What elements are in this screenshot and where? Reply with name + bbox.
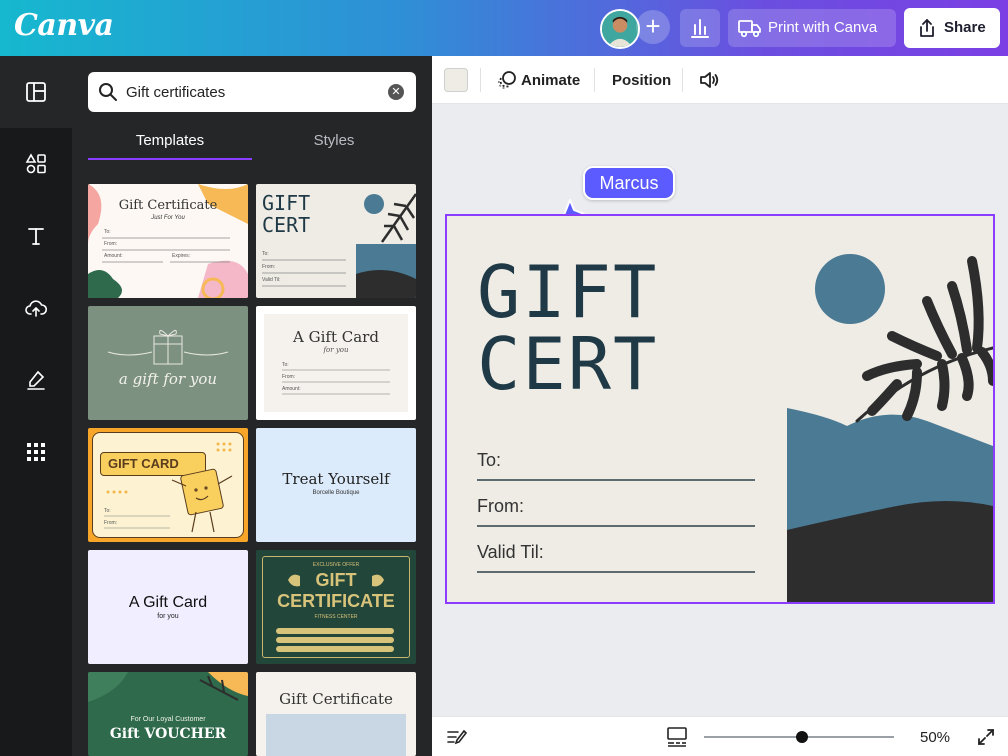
template-subtitle: Borcelle Boutique <box>312 490 360 496</box>
template-field: Valid Til: <box>262 277 281 283</box>
clear-search-icon[interactable]: ✕ <box>388 84 404 100</box>
template-field: To: <box>262 251 269 257</box>
animate-icon <box>498 71 516 89</box>
template-title: A Gift Card <box>128 594 208 611</box>
search-icon <box>99 83 117 101</box>
bar-chart-icon <box>691 19 709 38</box>
text-icon[interactable] <box>24 224 48 248</box>
toolbar-divider <box>480 68 481 92</box>
template-thumbnail[interactable]: GIFT CARD To: From: <box>88 428 248 542</box>
search-box[interactable]: ✕ <box>88 72 416 112</box>
tab-templates[interactable]: Templates <box>88 132 252 149</box>
template-artwork <box>282 369 390 395</box>
elements-icon[interactable] <box>24 152 48 176</box>
share-icon <box>920 19 934 37</box>
insights-button[interactable] <box>680 9 720 47</box>
print-label: Print with Canva <box>768 19 878 36</box>
design-page[interactable]: GIFT CERT To: From: Valid Til: <box>445 214 995 604</box>
design-title-line2[interactable]: CERT <box>477 328 658 400</box>
field-underline <box>477 571 755 573</box>
apps-grid-icon[interactable] <box>24 440 48 464</box>
template-title: GIFT CARD <box>108 456 179 471</box>
template-thumbnail[interactable]: For Our Loyal Customer Gift VOUCHER <box>88 672 248 756</box>
template-title: A Gift Card <box>293 328 379 346</box>
zoom-level[interactable]: 50% <box>920 729 950 746</box>
template-thumbnail[interactable]: GIFT CERT To: From: Valid Til: <box>256 184 416 298</box>
template-field: Expires: <box>172 253 191 259</box>
share-button[interactable]: Share <box>904 8 1000 48</box>
template-field: From: <box>282 374 296 380</box>
collaborator-cursor-label: Marcus <box>583 166 675 200</box>
design-title-line1[interactable]: GIFT <box>477 256 658 328</box>
template-field: From: <box>262 264 276 270</box>
template-title: a gift for you <box>118 370 218 388</box>
design-field-from[interactable]: From: <box>477 496 524 517</box>
template-title: GIFT CERTIFICATE <box>277 570 395 611</box>
top-bar: Canva + Print with Canva Share <box>0 0 1008 56</box>
field-underline <box>477 479 755 481</box>
left-rail <box>0 56 72 756</box>
template-title: Gift Certificate <box>279 690 393 708</box>
template-title: Gift VOUCHER <box>109 726 227 742</box>
template-field: To: <box>282 362 289 368</box>
template-thumbnail[interactable]: A Gift Card for you <box>88 550 248 664</box>
template-thumbnail[interactable]: Gift Certificate Just For You To: From: … <box>88 184 248 298</box>
add-collaborator-button[interactable]: + <box>636 10 670 44</box>
design-field-to[interactable]: To: <box>477 450 501 471</box>
toolbar-divider <box>682 68 683 92</box>
photo-placeholder <box>266 714 406 756</box>
notes-icon[interactable] <box>446 727 468 747</box>
bottom-bar: 50% <box>432 716 1008 756</box>
speaker-icon[interactable] <box>698 70 720 90</box>
print-with-canva-button[interactable]: Print with Canva <box>728 9 896 47</box>
template-thumbnail[interactable]: Treat Yourself Borcelle Boutique <box>256 428 416 542</box>
template-field: Amount: <box>282 386 301 392</box>
template-subtitle: FITNESS CENTER <box>314 614 358 620</box>
template-title: GIFT CERT <box>262 191 311 237</box>
field-underline <box>477 525 755 527</box>
template-subtitle: for you <box>323 346 349 354</box>
template-artwork <box>88 672 248 702</box>
toolbar-divider <box>594 68 595 92</box>
template-thumbnail[interactable]: a gift for you <box>88 306 248 420</box>
zoom-slider-handle[interactable] <box>796 731 808 743</box>
upload-cloud-icon[interactable] <box>24 296 48 320</box>
animate-label: Animate <box>521 72 581 89</box>
fullscreen-icon[interactable] <box>976 727 996 747</box>
plus-icon: + <box>645 11 661 41</box>
template-field: From: <box>104 241 118 247</box>
active-tab-indicator <box>88 158 252 160</box>
truck-icon <box>738 20 761 38</box>
background-color-button[interactable] <box>444 68 468 92</box>
template-thumbnail[interactable]: A Gift Card for you To: From: Amount: <box>256 306 416 420</box>
template-thumbnail[interactable]: Gift Certificate <box>256 672 416 756</box>
template-field: To: <box>104 508 111 514</box>
context-toolbar: Animate Position <box>432 56 1008 104</box>
template-artwork <box>107 330 229 365</box>
template-title: Treat Yourself <box>282 470 390 488</box>
template-subtitle: Just For You <box>151 215 185 221</box>
share-label: Share <box>944 19 986 36</box>
position-button[interactable]: Position <box>612 72 671 89</box>
template-subtitle: for you <box>157 613 179 620</box>
template-title: Gift Certificate <box>118 198 218 213</box>
template-field: From: <box>104 520 118 526</box>
layout-icon <box>26 82 46 102</box>
design-field-valid[interactable]: Valid Til: <box>477 542 544 563</box>
template-kicker: EXCLUSIVE OFFER <box>312 562 360 568</box>
template-subtitle: For Our Loyal Customer <box>130 716 206 723</box>
template-field: Amount: <box>104 253 123 259</box>
draw-icon[interactable] <box>24 368 48 392</box>
template-field: To: <box>104 229 111 235</box>
search-input[interactable] <box>126 80 376 104</box>
pages-icon[interactable] <box>666 726 688 748</box>
canva-logo[interactable]: Canva <box>14 8 114 43</box>
template-thumbnail[interactable]: EXCLUSIVE OFFER GIFT CERTIFICATE FITNESS… <box>256 550 416 664</box>
templates-panel: ✕ Templates Styles Gift Certificate Just… <box>72 56 432 756</box>
rail-item-design[interactable] <box>0 56 72 128</box>
avatar[interactable] <box>600 9 640 49</box>
tab-styles[interactable]: Styles <box>252 132 416 149</box>
